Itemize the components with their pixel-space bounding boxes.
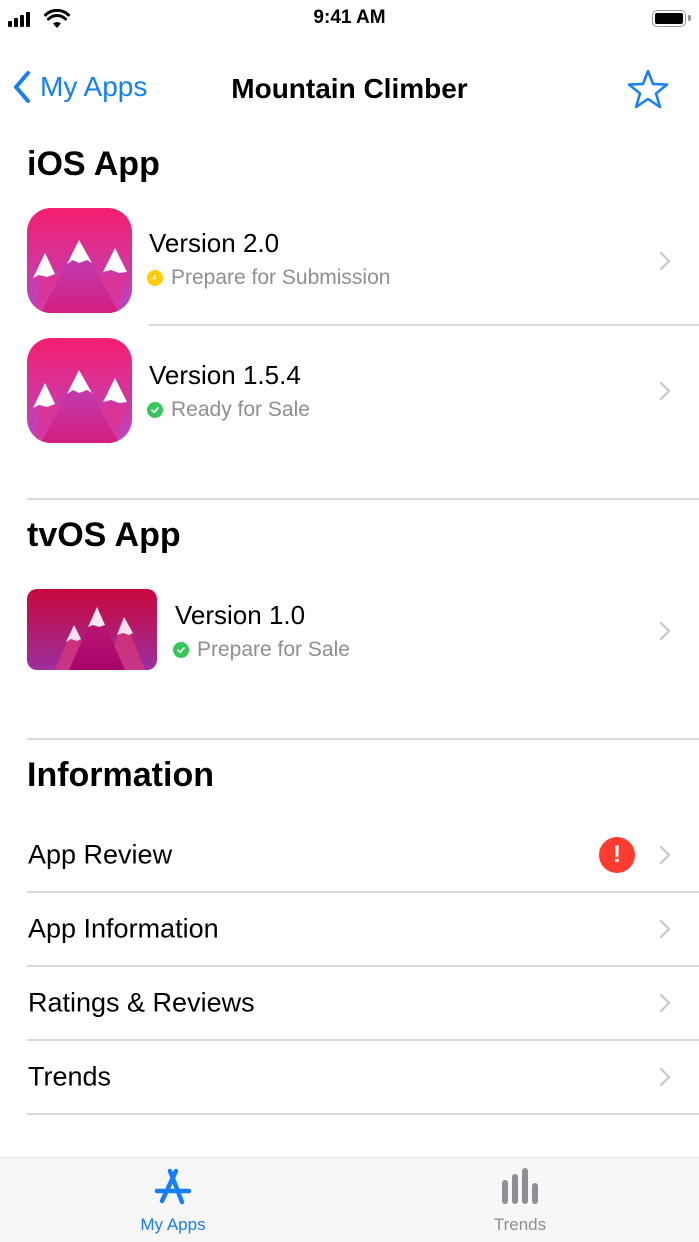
row-divider	[27, 1113, 699, 1115]
version-row-1-5-4[interactable]: Version 1.5.4 Ready for Sale	[0, 335, 699, 447]
battery-tip	[688, 15, 691, 21]
info-row-label: Trends	[28, 1061, 112, 1092]
section-divider	[27, 738, 699, 740]
chevron-right-icon	[659, 381, 671, 401]
version-label: Version 1.5.4	[149, 360, 301, 390]
info-row-trends[interactable]: Trends	[0, 1040, 699, 1114]
tab-label: My Apps	[140, 1215, 206, 1234]
back-button-label: My Apps	[40, 71, 148, 102]
section-title-tvos: tvOS App	[27, 516, 181, 554]
chevron-right-icon	[659, 845, 671, 865]
info-row-label: App Review	[28, 839, 173, 870]
tab-label: Trends	[493, 1215, 547, 1234]
version-status: Ready for Sale	[147, 398, 310, 422]
tab-my-apps[interactable]: My Apps	[93, 1158, 253, 1242]
row-divider	[149, 324, 699, 326]
battery-icon	[652, 10, 686, 27]
app-icon	[27, 338, 132, 443]
info-row-app-review[interactable]: App Review !	[0, 818, 699, 892]
version-status-text: Prepare for Sale	[197, 638, 350, 661]
favorite-button[interactable]	[627, 68, 669, 115]
clock-icon	[147, 270, 163, 286]
version-label: Version 2.0	[149, 228, 280, 258]
version-status: Prepare for Submission	[147, 266, 390, 290]
version-row-2-0[interactable]: Version 2.0 Prepare for Submission	[0, 205, 699, 317]
status-time: 9:41 AM	[313, 7, 386, 28]
star-icon	[627, 69, 669, 109]
chevron-right-icon	[659, 919, 671, 939]
version-status: Prepare for Sale	[173, 638, 350, 662]
chevron-right-icon	[659, 1067, 671, 1087]
tab-bar: My Apps Trends	[0, 1157, 699, 1242]
chevron-left-icon	[14, 71, 30, 103]
info-row-label: App Information	[28, 913, 219, 944]
app-icon	[27, 589, 157, 670]
chevron-right-icon	[659, 251, 671, 271]
navigation-bar: My Apps Mountain Climber	[0, 60, 699, 120]
info-row-app-information[interactable]: App Information	[0, 892, 699, 966]
status-bar: 9:41 AM	[0, 0, 699, 40]
chevron-right-icon	[659, 993, 671, 1013]
section-title-ios: iOS App	[27, 145, 160, 183]
version-label: Version 1.0	[175, 600, 306, 630]
version-row-1-0[interactable]: Version 1.0 Prepare for Sale	[0, 582, 699, 678]
tab-trends[interactable]: Trends	[440, 1158, 600, 1242]
alert-icon: !	[599, 837, 635, 873]
app-store-icon	[154, 1168, 192, 1205]
version-status-text: Prepare for Submission	[171, 266, 391, 289]
chevron-right-icon	[659, 621, 671, 641]
info-row-ratings-reviews[interactable]: Ratings & Reviews	[0, 966, 699, 1040]
checkmark-icon	[173, 642, 189, 658]
version-status-text: Ready for Sale	[171, 398, 310, 421]
info-row-label: Ratings & Reviews	[28, 987, 255, 1018]
app-icon	[27, 208, 132, 313]
section-title-information: Information	[27, 756, 214, 794]
back-button[interactable]: My Apps	[12, 70, 147, 104]
section-divider	[27, 498, 699, 500]
checkmark-icon	[147, 402, 163, 418]
bar-chart-icon	[502, 1168, 538, 1204]
